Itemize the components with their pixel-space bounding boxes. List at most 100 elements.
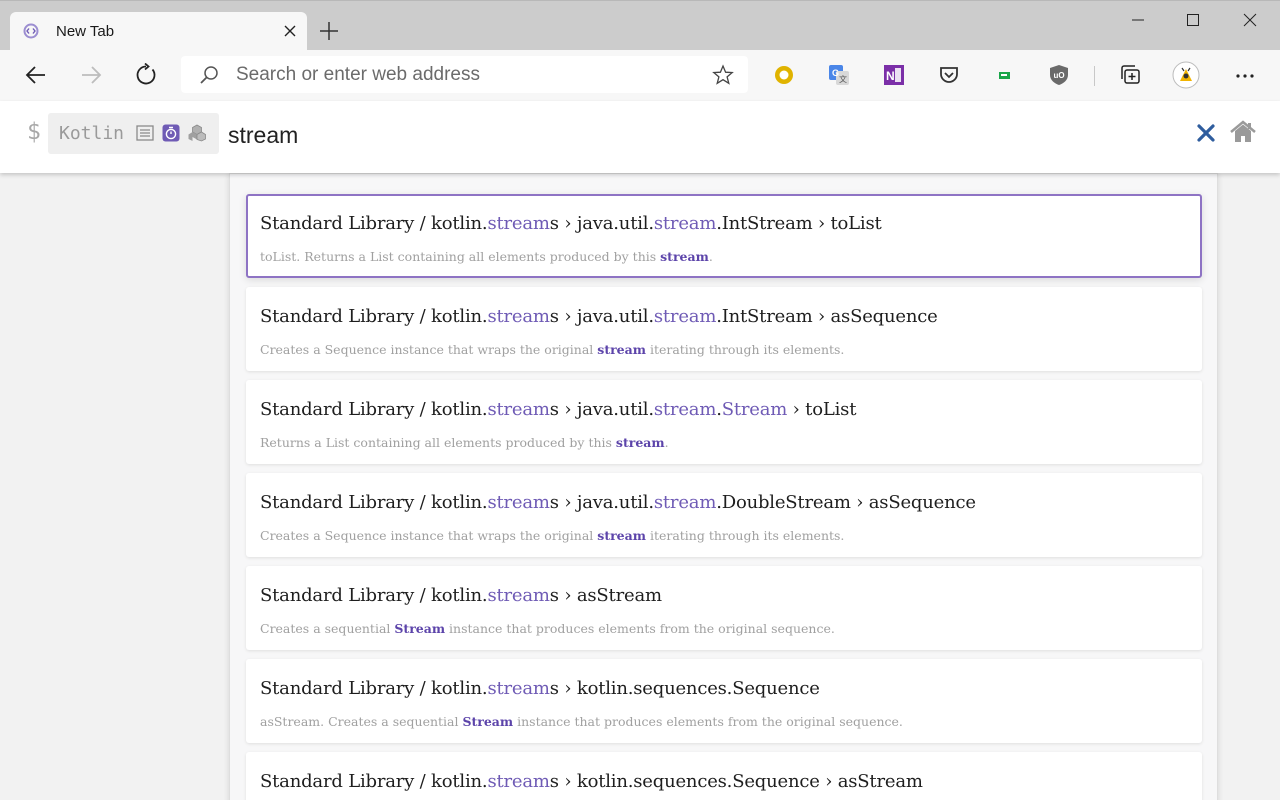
back-arrow-icon <box>25 66 45 84</box>
window-close-icon[interactable] <box>1239 9 1261 31</box>
result-title-text: s › kotlin.sequences.Sequence › asStream <box>549 771 923 792</box>
onenote-extension-button[interactable]: N <box>880 61 908 89</box>
clear-x-icon[interactable] <box>1196 123 1216 143</box>
result-title-text: Standard Library / kotlin. <box>260 399 488 420</box>
result-description-text: iterating through its elements. <box>645 528 845 543</box>
results-panel: Standard Library / kotlin.streams › java… <box>229 173 1218 800</box>
result-item[interactable]: Standard Library / kotlin.streams › kotl… <box>246 659 1202 743</box>
docs-search-input[interactable] <box>228 122 828 149</box>
result-title-text: Standard Library / kotlin. <box>260 678 488 699</box>
result-description-text: instance that produces elements from the… <box>513 714 903 729</box>
result-title-text: › toList <box>787 399 857 420</box>
result-description: Creates a Sequence instance that wraps t… <box>260 342 844 357</box>
timer-icon[interactable] <box>162 124 180 142</box>
scope-label: Kotlin <box>59 123 125 144</box>
minimize-icon[interactable] <box>1127 9 1149 31</box>
result-title-text: .DoubleStream › asSequence <box>716 492 976 513</box>
ring-extension-icon <box>775 66 793 84</box>
result-title: Standard Library / kotlin.streams › java… <box>260 213 882 234</box>
pocket-icon <box>940 67 958 83</box>
result-description-highlight: Stream <box>394 621 446 636</box>
result-item[interactable]: Standard Library / kotlin.streams › java… <box>246 287 1202 371</box>
back-button[interactable] <box>22 61 50 89</box>
result-description-text: . <box>708 249 713 264</box>
home-icon[interactable] <box>1230 120 1256 144</box>
result-description: asStream. Creates a sequential Stream in… <box>260 714 903 729</box>
result-title-highlight: Stream <box>721 399 788 420</box>
result-title-highlight: stream <box>487 306 550 327</box>
onenote-icon: N <box>884 65 904 85</box>
result-title-text: .IntStream › asSequence <box>716 306 938 327</box>
new-tab-icon[interactable] <box>318 20 340 42</box>
app-favicon <box>23 23 39 39</box>
flag-extension-button[interactable] <box>990 61 1018 89</box>
ublock-icon: uO <box>1050 65 1068 85</box>
svg-text:文: 文 <box>839 74 847 84</box>
result-title-text: Standard Library / kotlin. <box>260 306 488 327</box>
more-icon <box>1236 74 1254 78</box>
result-title: Standard Library / kotlin.streams › java… <box>260 492 976 513</box>
result-description-text: iterating through its elements. <box>645 342 845 357</box>
result-title-text: .IntStream › toList <box>716 213 882 234</box>
google-translate-icon: G 文 <box>829 65 849 85</box>
result-description-text: asStream. Creates a sequential <box>260 714 463 729</box>
result-description-highlight: stream <box>615 435 665 450</box>
result-title-highlight: stream <box>653 492 717 513</box>
result-item[interactable]: Standard Library / kotlin.streams › asSt… <box>246 566 1202 650</box>
collections-icon <box>1121 65 1140 84</box>
result-title: Standard Library / kotlin.streams › asSt… <box>260 585 662 606</box>
tab-new-tab[interactable]: New Tab <box>10 12 307 51</box>
result-title-text: Standard Library / kotlin. <box>260 771 488 792</box>
result-title: Standard Library / kotlin.streams › java… <box>260 399 856 420</box>
address-input[interactable] <box>236 63 696 87</box>
tab-strip: New Tab <box>0 0 1280 51</box>
result-item[interactable]: Standard Library / kotlin.streams › java… <box>246 194 1202 278</box>
result-title-text: s › java.util. <box>549 399 654 420</box>
result-title-highlight: stream <box>487 492 550 513</box>
star-icon[interactable] <box>712 64 734 86</box>
result-title-text: Standard Library / kotlin. <box>260 585 488 606</box>
collections-button[interactable] <box>1117 61 1145 89</box>
result-title-highlight: stream <box>487 213 550 234</box>
result-title: Standard Library / kotlin.streams › kotl… <box>260 771 923 792</box>
result-title-text: Standard Library / kotlin. <box>260 492 488 513</box>
pocket-extension-button[interactable] <box>935 61 963 89</box>
ring-extension-button[interactable] <box>770 61 798 89</box>
result-title-highlight: stream <box>653 399 717 420</box>
refresh-button[interactable] <box>132 61 160 89</box>
result-item[interactable]: Standard Library / kotlin.streams › java… <box>246 380 1202 464</box>
result-item[interactable]: Standard Library / kotlin.streams › kotl… <box>246 752 1202 800</box>
translate-extension-button[interactable]: G 文 <box>825 61 853 89</box>
more-button[interactable] <box>1231 61 1259 89</box>
result-title-highlight: stream <box>653 306 717 327</box>
forward-arrow-icon <box>82 66 102 84</box>
search-icon <box>200 66 218 84</box>
svg-text:uO: uO <box>1054 71 1065 80</box>
result-description-highlight: stream <box>597 528 646 543</box>
result-title: Standard Library / kotlin.streams › java… <box>260 306 938 327</box>
result-title-text: s › java.util. <box>549 306 654 327</box>
tab-title: New Tab <box>56 23 115 40</box>
scope-selector[interactable]: Kotlin <box>48 113 219 154</box>
profile-button[interactable] <box>1172 61 1200 89</box>
result-title-highlight: stream <box>487 399 550 420</box>
cubes-icon[interactable] <box>188 124 206 142</box>
ublock-extension-button[interactable]: uO <box>1045 61 1073 89</box>
result-description-text: Creates a sequential <box>260 621 395 636</box>
result-item[interactable]: Standard Library / kotlin.streams › java… <box>246 473 1202 557</box>
forward-button[interactable] <box>77 61 105 89</box>
close-icon[interactable] <box>282 23 298 39</box>
result-description-text: instance that produces elements from the… <box>445 621 835 636</box>
address-bar[interactable] <box>181 56 748 93</box>
result-title-text: s › kotlin.sequences.Sequence <box>549 678 820 699</box>
result-title-text: Standard Library / kotlin. <box>260 213 488 234</box>
docs-search-header: $ Kotlin <box>0 101 1280 173</box>
result-title-highlight: stream <box>487 585 550 606</box>
result-description: Returns a List containing all elements p… <box>260 435 669 450</box>
result-description: toList. Returns a List containing all el… <box>260 249 713 264</box>
result-description-text: toList. Returns a List containing all el… <box>260 249 661 264</box>
toolbar-separator <box>1094 66 1095 86</box>
list-icon[interactable] <box>136 124 154 142</box>
flag-extension-icon <box>999 72 1010 79</box>
maximize-icon[interactable] <box>1182 9 1204 31</box>
